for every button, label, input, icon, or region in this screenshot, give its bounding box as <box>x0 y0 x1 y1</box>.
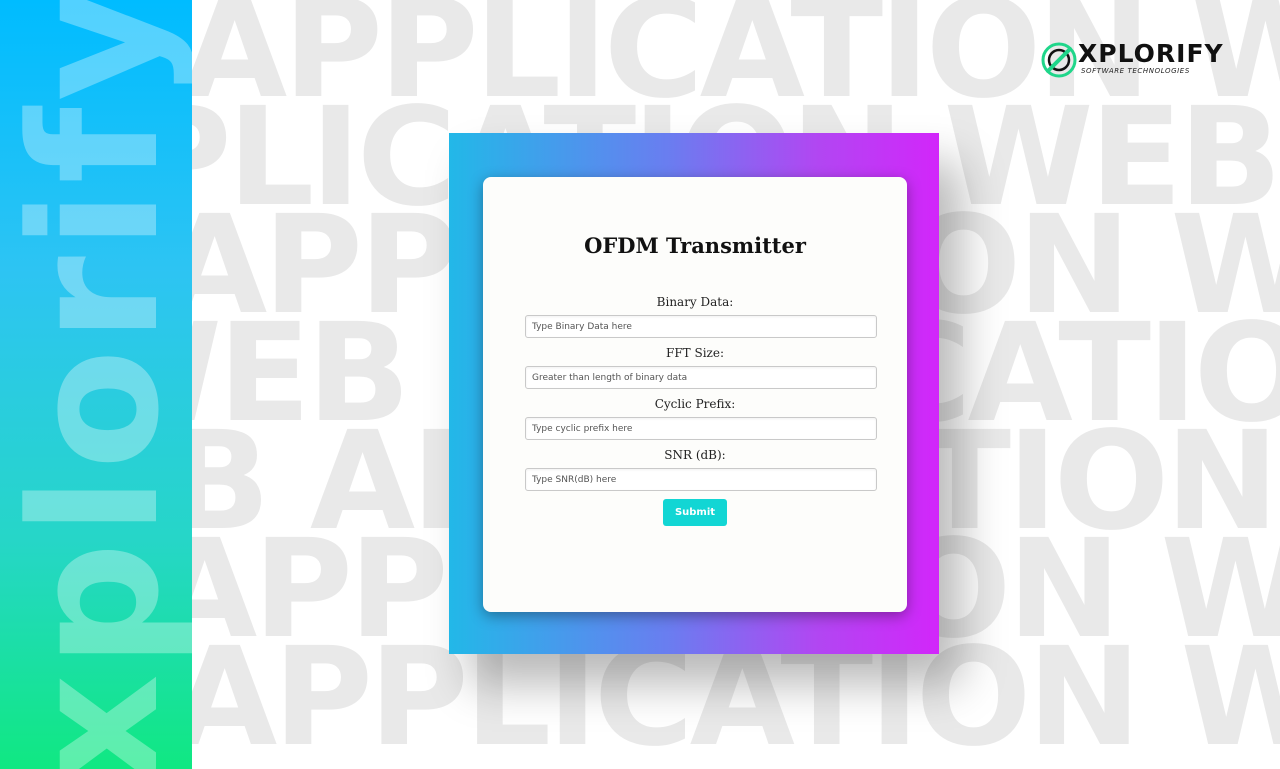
logo-tagline: SOFTWARE TECHNOLOGIES <box>1081 67 1190 75</box>
cyclic-prefix-label: Cyclic Prefix: <box>654 397 736 411</box>
ofdm-form-card: OFDM Transmitter Binary Data: FFT Size: … <box>483 177 907 612</box>
snr-input[interactable] <box>525 468 877 491</box>
xplorify-logo: XPLORIFY SOFTWARE TECHNOLOGIES <box>1040 40 1240 84</box>
page-title: OFDM Transmitter <box>584 233 806 258</box>
fft-size-input[interactable] <box>525 366 877 389</box>
brand-side-text: xplorify <box>0 0 192 769</box>
cyclic-prefix-input[interactable] <box>525 417 877 440</box>
logo-name: XPLORIFY <box>1078 39 1224 68</box>
submit-button[interactable]: Submit <box>663 499 727 526</box>
snr-label: SNR (dB): <box>664 448 726 462</box>
xplorify-logo-icon <box>1041 42 1077 78</box>
brand-side-bar: xplorify <box>0 0 192 769</box>
binary-data-label: Binary Data: <box>656 295 734 309</box>
binary-data-input[interactable] <box>525 315 877 338</box>
fft-size-label: FFT Size: <box>666 346 724 360</box>
